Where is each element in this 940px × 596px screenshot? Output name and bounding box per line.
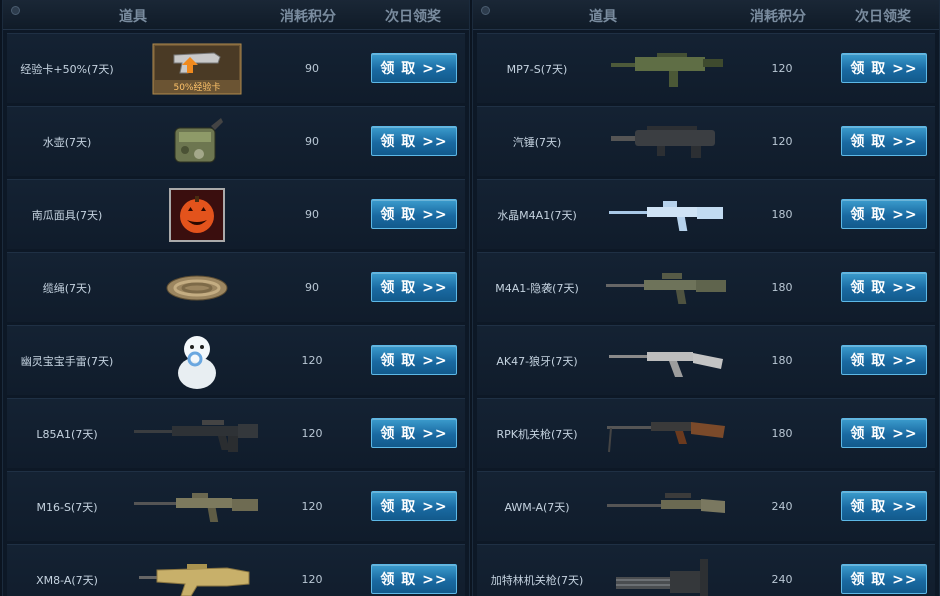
- item-name: 缆绳(7天): [42, 281, 92, 295]
- reward-row: MP7-S(7天) 120 领 取 >>: [477, 33, 935, 103]
- ghost-grenade-icon: [127, 326, 267, 395]
- rifle-icon: [127, 545, 267, 596]
- item-name: RPK机关枪(7天): [496, 427, 578, 441]
- item-cost: 120: [301, 427, 323, 440]
- reward-row: M16-S(7天) 120 领 取 >>: [7, 471, 465, 541]
- reward-row: 汽锤(7天) 120 领 取 >>: [477, 106, 935, 176]
- item-cost: 120: [301, 573, 323, 586]
- header-item: 道具: [119, 9, 147, 25]
- claim-button[interactable]: 领 取 >>: [371, 418, 457, 448]
- reward-row: 南瓜面具(7天) 90 领 取 >>: [7, 179, 465, 249]
- header-cost: 消耗积分: [750, 9, 806, 25]
- reward-row: AWM-A(7天) 240 领 取 >>: [477, 471, 935, 541]
- smg-icon: [597, 34, 737, 103]
- item-cost: 120: [771, 62, 793, 75]
- exp-card-label: 50%经验卡: [173, 81, 220, 93]
- reward-row: XM8-A(7天) 120 领 取 >>: [7, 544, 465, 596]
- claim-button[interactable]: 领 取 >>: [371, 126, 457, 156]
- canteen-icon: [127, 107, 267, 176]
- item-name: 南瓜面具(7天): [31, 208, 103, 222]
- item-cost: 180: [771, 427, 793, 440]
- claim-button[interactable]: 领 取 >>: [841, 199, 927, 229]
- item-name: AK47-狼牙(7天): [496, 354, 578, 368]
- item-name: AWM-A(7天): [504, 500, 570, 514]
- item-name: M4A1-隐袭(7天): [495, 281, 579, 295]
- claim-button[interactable]: 领 取 >>: [371, 491, 457, 521]
- right-reward-panel: 道具 消耗积分 次日领奖 MP7-S(7天) 120 领 取 >> 汽锤(7天): [472, 0, 940, 596]
- item-cost: 90: [305, 208, 319, 221]
- rifle-icon: [597, 253, 737, 322]
- item-cost: 240: [771, 573, 793, 586]
- item-cost: 180: [771, 281, 793, 294]
- table-header: 道具 消耗积分 次日领奖: [3, 0, 469, 30]
- claim-button[interactable]: 领 取 >>: [841, 564, 927, 594]
- header-item: 道具: [589, 9, 617, 25]
- rifle-icon: [597, 326, 737, 395]
- claim-button[interactable]: 领 取 >>: [841, 418, 927, 448]
- claim-button[interactable]: 领 取 >>: [371, 345, 457, 375]
- reward-row: RPK机关枪(7天) 180 领 取 >>: [477, 398, 935, 468]
- exp-card-icon: 50%经验卡: [127, 34, 267, 103]
- machine-gun-icon: [597, 399, 737, 468]
- item-name: 加特林机关枪(7天): [490, 573, 584, 587]
- reward-row: M4A1-隐袭(7天) 180 领 取 >>: [477, 252, 935, 322]
- reward-row: 水晶M4A1(7天) 180 领 取 >>: [477, 179, 935, 249]
- scroll-indicator-icon: [11, 6, 20, 15]
- item-name: XM8-A(7天): [36, 573, 98, 587]
- item-cost: 120: [771, 135, 793, 148]
- item-cost: 180: [771, 354, 793, 367]
- item-cost: 90: [305, 281, 319, 294]
- item-cost: 240: [771, 500, 793, 513]
- item-cost: 90: [305, 135, 319, 148]
- item-cost: 120: [301, 500, 323, 513]
- item-cost: 120: [301, 354, 323, 367]
- claim-button[interactable]: 领 取 >>: [371, 199, 457, 229]
- header-reward: 次日领奖: [385, 9, 441, 25]
- item-cost: 180: [771, 208, 793, 221]
- item-name: 汽锤(7天): [512, 135, 562, 149]
- reward-row: 水壶(7天) 90 领 取 >>: [7, 106, 465, 176]
- item-name: 水晶M4A1(7天): [497, 208, 577, 222]
- sniper-rifle-icon: [597, 472, 737, 541]
- reward-row: 幽灵宝宝手雷(7天) 120 领 取 >>: [7, 325, 465, 395]
- claim-button[interactable]: 领 取 >>: [841, 491, 927, 521]
- rifle-icon: [127, 399, 267, 468]
- left-reward-panel: 道具 消耗积分 次日领奖 经验卡+50%(7天) 50%经验卡 90 领 取 >…: [2, 0, 470, 596]
- item-name: MP7-S(7天): [506, 62, 568, 76]
- reward-row: L85A1(7天) 120 领 取 >>: [7, 398, 465, 468]
- claim-button[interactable]: 领 取 >>: [371, 53, 457, 83]
- rope-icon: [127, 253, 267, 322]
- item-name: 幽灵宝宝手雷(7天): [20, 354, 114, 368]
- item-name: 水壶(7天): [42, 135, 92, 149]
- rifle-icon: [127, 472, 267, 541]
- scroll-indicator-icon: [481, 6, 490, 15]
- table-header: 道具 消耗积分 次日领奖: [473, 0, 939, 30]
- item-name: L85A1(7天): [36, 427, 98, 441]
- gatling-gun-icon: [597, 545, 737, 596]
- reward-row: 缆绳(7天) 90 领 取 >>: [7, 252, 465, 322]
- claim-button[interactable]: 领 取 >>: [371, 564, 457, 594]
- claim-button[interactable]: 领 取 >>: [841, 272, 927, 302]
- shotgun-icon: [597, 107, 737, 176]
- rifle-icon: [597, 180, 737, 249]
- reward-row: 加特林机关枪(7天) 240 领 取 >>: [477, 544, 935, 596]
- claim-button[interactable]: 领 取 >>: [841, 126, 927, 156]
- claim-button[interactable]: 领 取 >>: [371, 272, 457, 302]
- item-cost: 90: [305, 62, 319, 75]
- claim-button[interactable]: 领 取 >>: [841, 345, 927, 375]
- item-name: M16-S(7天): [36, 500, 98, 514]
- header-reward: 次日领奖: [855, 9, 911, 25]
- reward-row: 经验卡+50%(7天) 50%经验卡 90 领 取 >>: [7, 33, 465, 103]
- pumpkin-mask-icon: [127, 180, 267, 249]
- header-cost: 消耗积分: [280, 9, 336, 25]
- reward-row: AK47-狼牙(7天) 180 领 取 >>: [477, 325, 935, 395]
- claim-button[interactable]: 领 取 >>: [841, 53, 927, 83]
- item-name: 经验卡+50%(7天): [20, 62, 114, 76]
